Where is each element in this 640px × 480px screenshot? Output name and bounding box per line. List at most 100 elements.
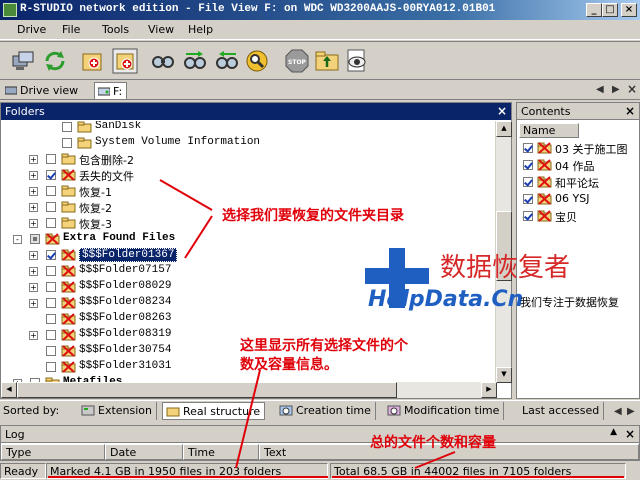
log-col-type[interactable]: Type: [1, 444, 105, 460]
log-col-date[interactable]: Date: [105, 444, 183, 460]
tree-checkbox[interactable]: [46, 282, 56, 292]
contents-checkbox[interactable]: [523, 143, 533, 153]
expand-toggle-icon[interactable]: +: [29, 331, 38, 340]
connect-icon[interactable]: [10, 48, 36, 74]
log-collapse-icon[interactable]: ▲: [610, 427, 617, 437]
contents-checkbox[interactable]: [523, 194, 533, 204]
tree-checkbox[interactable]: [46, 170, 56, 180]
contents-checkbox[interactable]: [523, 177, 533, 187]
tree-row[interactable]: + 恢复-1: [1, 183, 497, 199]
folders-close-icon[interactable]: ×: [497, 104, 507, 118]
tree-row-label[interactable]: 丢失的文件: [79, 168, 134, 184]
tree-checkbox[interactable]: [46, 362, 56, 372]
tree-row-label[interactable]: $$$Folder08234: [79, 296, 171, 308]
menu-file[interactable]: File: [62, 23, 80, 36]
menu-view[interactable]: View: [148, 23, 174, 36]
tree-checkbox[interactable]: [46, 330, 56, 340]
tree-checkbox[interactable]: [46, 154, 56, 164]
tree-checkbox[interactable]: [62, 122, 72, 132]
sort-tab-modification-time[interactable]: Modification time: [384, 402, 505, 420]
hscroll-thumb[interactable]: [17, 382, 397, 398]
tab-close-icon[interactable]: ×: [627, 82, 637, 96]
contents-checkbox[interactable]: [523, 211, 533, 221]
sort-tab-last-accessed[interactable]: Last accessed: [518, 402, 605, 420]
sort-tab-extension[interactable]: Extension: [78, 402, 158, 420]
expand-toggle-icon[interactable]: +: [29, 171, 38, 180]
stop-icon[interactable]: STOP: [284, 48, 310, 74]
expand-toggle-icon[interactable]: +: [29, 251, 38, 260]
refresh-icon[interactable]: [42, 48, 68, 74]
tree-checkbox[interactable]: [46, 218, 56, 228]
log-col-time[interactable]: Time: [183, 444, 259, 460]
tree-row-label[interactable]: System Volume Information: [95, 136, 260, 148]
log-header-label: Log: [5, 428, 25, 441]
tab-drive-view[interactable]: Drive view: [2, 82, 82, 99]
expand-toggle-icon[interactable]: +: [29, 203, 38, 212]
tree-row[interactable]: + 包含删除-2: [1, 151, 497, 167]
scan-icon[interactable]: [112, 48, 138, 74]
tree-checkbox[interactable]: [46, 186, 56, 196]
tree-row-label[interactable]: $$$Folder08319: [79, 328, 171, 340]
tree-row-label[interactable]: $$$Folder07157: [79, 264, 171, 276]
tree-row-label[interactable]: 恢复-2: [79, 200, 112, 216]
menu-help[interactable]: Help: [188, 23, 213, 36]
menu-drive[interactable]: Drive: [17, 23, 46, 36]
sort-tab-creation-time[interactable]: Creation time: [276, 402, 376, 420]
column-header-name[interactable]: Name: [519, 123, 579, 138]
expand-toggle-icon[interactable]: +: [29, 155, 38, 164]
tree-row-label[interactable]: $$$Folder08029: [79, 280, 171, 292]
expand-toggle-icon[interactable]: +: [29, 299, 38, 308]
folders-horizontal-scrollbar[interactable]: ◀ ▶: [1, 382, 497, 398]
tree-row-label[interactable]: $$$Folder01367: [79, 248, 178, 262]
tree-row-label[interactable]: Extra Found Files: [63, 232, 175, 244]
tree-row-label[interactable]: SanDisk: [95, 121, 141, 132]
tree-row-label[interactable]: $$$Folder31031: [79, 360, 171, 372]
contents-close-icon[interactable]: ×: [625, 104, 635, 118]
tree-checkbox[interactable]: [30, 234, 40, 244]
tree-row[interactable]: + 丢失的文件: [1, 167, 497, 183]
expand-toggle-icon[interactable]: -: [13, 235, 22, 244]
sort-next-icon[interactable]: ▶: [627, 406, 635, 417]
tree-checkbox[interactable]: [62, 138, 72, 148]
tree-row-label[interactable]: 包含删除-2: [79, 152, 134, 168]
sort-tab-real-structure[interactable]: Real structure: [162, 402, 266, 420]
mark-icon[interactable]: [244, 48, 270, 74]
tree-row[interactable]: $$$Folder08263: [1, 311, 497, 327]
menu-tools[interactable]: Tools: [102, 23, 129, 36]
sort-prev-icon[interactable]: ◀: [614, 406, 622, 417]
close-button[interactable]: ×: [621, 3, 637, 17]
find-next-icon[interactable]: [182, 48, 208, 74]
tab-next-icon[interactable]: ▶: [612, 84, 620, 95]
tree-checkbox[interactable]: [46, 346, 56, 356]
tree-checkbox[interactable]: [46, 266, 56, 276]
tab-f-drive[interactable]: F:: [94, 82, 128, 99]
expand-toggle-icon[interactable]: +: [29, 283, 38, 292]
tab-prev-icon[interactable]: ◀: [596, 84, 604, 95]
scroll-right-icon[interactable]: ▶: [481, 382, 497, 398]
tree-checkbox[interactable]: [46, 202, 56, 212]
tree-row[interactable]: SanDisk: [1, 121, 497, 135]
maximize-button[interactable]: □: [602, 3, 618, 17]
minimize-button[interactable]: _: [586, 3, 602, 17]
up-folder-icon[interactable]: [314, 48, 340, 74]
find-icon[interactable]: [150, 48, 176, 74]
tree-checkbox[interactable]: [46, 314, 56, 324]
open-drive-icon[interactable]: [80, 48, 106, 74]
expand-toggle-icon[interactable]: +: [29, 187, 38, 196]
expand-toggle-icon[interactable]: +: [29, 267, 38, 276]
tree-checkbox[interactable]: [46, 298, 56, 308]
contents-checkbox[interactable]: [523, 160, 533, 170]
scroll-up-icon[interactable]: ▲: [496, 121, 512, 137]
scroll-left-icon[interactable]: ◀: [1, 382, 17, 398]
preview-icon[interactable]: [344, 48, 370, 74]
tree-row-label[interactable]: 恢复-1: [79, 184, 112, 200]
find-prev-icon[interactable]: [214, 48, 240, 74]
tree-row-label[interactable]: $$$Folder30754: [79, 344, 171, 356]
tree-row-label[interactable]: 恢复-3: [79, 216, 112, 232]
expand-toggle-icon[interactable]: +: [29, 219, 38, 228]
tree-checkbox[interactable]: [46, 250, 56, 260]
log-close-icon[interactable]: ×: [625, 427, 635, 441]
tree-row-label[interactable]: $$$Folder08263: [79, 312, 171, 324]
tree-row[interactable]: System Volume Information: [1, 135, 497, 151]
scroll-down-icon[interactable]: ▼: [496, 367, 512, 383]
